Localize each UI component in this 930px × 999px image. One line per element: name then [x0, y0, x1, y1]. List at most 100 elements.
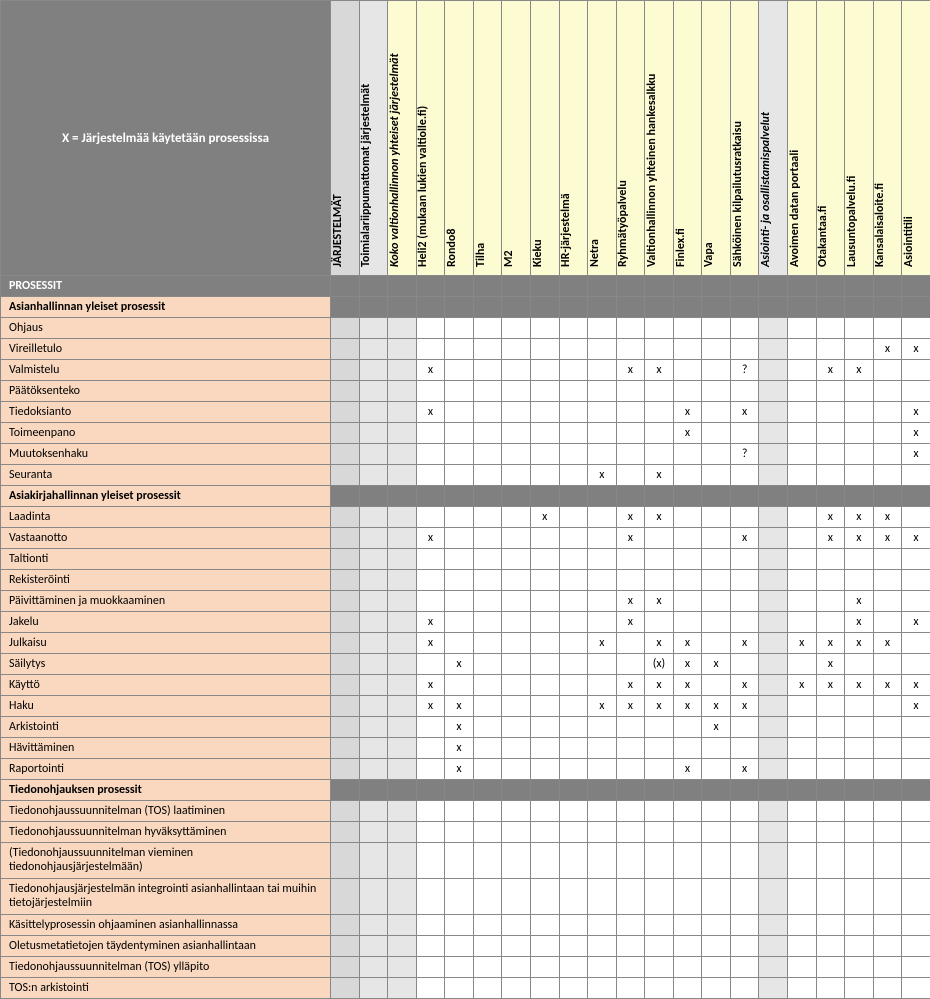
table-cell — [730, 570, 759, 591]
row-label: Vireilletulo — [1, 339, 331, 360]
table-cell — [759, 759, 788, 780]
table-cell — [359, 276, 388, 297]
col-header-label: Lausuntopalvelu.fi — [845, 176, 859, 267]
table-cell: x — [902, 612, 930, 633]
row-label: Tiedonohjaussuunnitelman (TOS) laatimine… — [1, 801, 331, 822]
table-cell — [759, 297, 788, 318]
table-cell — [873, 570, 902, 591]
table-cell — [702, 276, 731, 297]
table-cell — [873, 654, 902, 675]
table-cell — [616, 276, 645, 297]
table-cell — [788, 696, 817, 717]
table-cell: x — [816, 360, 845, 381]
table-cell — [473, 914, 502, 935]
table-cell — [673, 339, 702, 360]
table-cell — [788, 549, 817, 570]
table-cell — [502, 801, 531, 822]
table-cell — [359, 297, 388, 318]
table-cell — [416, 549, 445, 570]
table-cell — [645, 738, 674, 759]
table-cell: x — [873, 528, 902, 549]
table-cell — [730, 956, 759, 977]
table-cell — [788, 297, 817, 318]
table-cell — [673, 780, 702, 801]
table-cell — [902, 570, 930, 591]
table-cell — [359, 914, 388, 935]
table-cell — [388, 339, 417, 360]
table-cell: x — [873, 507, 902, 528]
table-cell — [902, 318, 930, 339]
table-cell — [502, 318, 531, 339]
table-cell — [845, 914, 874, 935]
table-cell — [530, 381, 559, 402]
table-cell — [788, 570, 817, 591]
table-cell: x — [845, 633, 874, 654]
row-label: Rekisteröinti — [1, 570, 331, 591]
table-cell — [359, 591, 388, 612]
table-cell — [902, 276, 930, 297]
table-cell — [473, 549, 502, 570]
table-cell — [359, 360, 388, 381]
table-cell — [331, 444, 360, 465]
table-cell — [559, 759, 588, 780]
table-cell — [416, 507, 445, 528]
col-header: JÄRJESTELMÄT — [331, 1, 360, 276]
table-cell — [416, 486, 445, 507]
table-cell — [388, 591, 417, 612]
table-row: Päätöksenteko — [1, 381, 930, 402]
table-cell — [359, 444, 388, 465]
table-cell — [388, 801, 417, 822]
table-cell — [702, 444, 731, 465]
table-cell — [730, 486, 759, 507]
table-row: Laadintaxxxxxx — [1, 507, 930, 528]
table-cell — [559, 444, 588, 465]
table-cell — [331, 402, 360, 423]
table-cell — [759, 381, 788, 402]
table-cell — [873, 780, 902, 801]
table-cell — [702, 297, 731, 318]
table-cell — [502, 759, 531, 780]
table-cell — [331, 549, 360, 570]
table-cell — [502, 935, 531, 956]
table-cell — [530, 570, 559, 591]
table-cell — [473, 935, 502, 956]
table-cell — [730, 914, 759, 935]
table-cell — [530, 914, 559, 935]
table-cell — [902, 843, 930, 879]
col-header: Finlex.fi — [673, 1, 702, 276]
table-cell — [530, 633, 559, 654]
table-cell: x — [673, 423, 702, 444]
row-label: Vastaanotto — [1, 528, 331, 549]
table-cell — [473, 423, 502, 444]
table-cell — [416, 801, 445, 822]
table-cell — [645, 822, 674, 843]
table-cell: x — [845, 507, 874, 528]
table-cell — [530, 822, 559, 843]
table-cell — [588, 878, 617, 914]
table-cell — [502, 780, 531, 801]
table-cell: x — [845, 612, 874, 633]
table-cell — [816, 276, 845, 297]
table-cell — [845, 297, 874, 318]
table-cell — [502, 297, 531, 318]
table-cell — [902, 381, 930, 402]
table-cell — [588, 549, 617, 570]
table-cell — [359, 780, 388, 801]
table-cell — [388, 977, 417, 998]
table-cell — [359, 486, 388, 507]
table-cell — [331, 801, 360, 822]
table-cell — [388, 507, 417, 528]
table-cell — [388, 696, 417, 717]
table-cell — [788, 276, 817, 297]
table-cell — [331, 738, 360, 759]
table-cell — [845, 423, 874, 444]
table-cell: x — [702, 654, 731, 675]
table-cell — [416, 956, 445, 977]
table-cell — [359, 759, 388, 780]
table-cell — [702, 801, 731, 822]
table-cell — [530, 801, 559, 822]
table-cell — [473, 717, 502, 738]
table-cell — [502, 956, 531, 977]
table-cell: x — [645, 465, 674, 486]
col-header: Sähköinen kilpailutusratkaisu — [730, 1, 759, 276]
